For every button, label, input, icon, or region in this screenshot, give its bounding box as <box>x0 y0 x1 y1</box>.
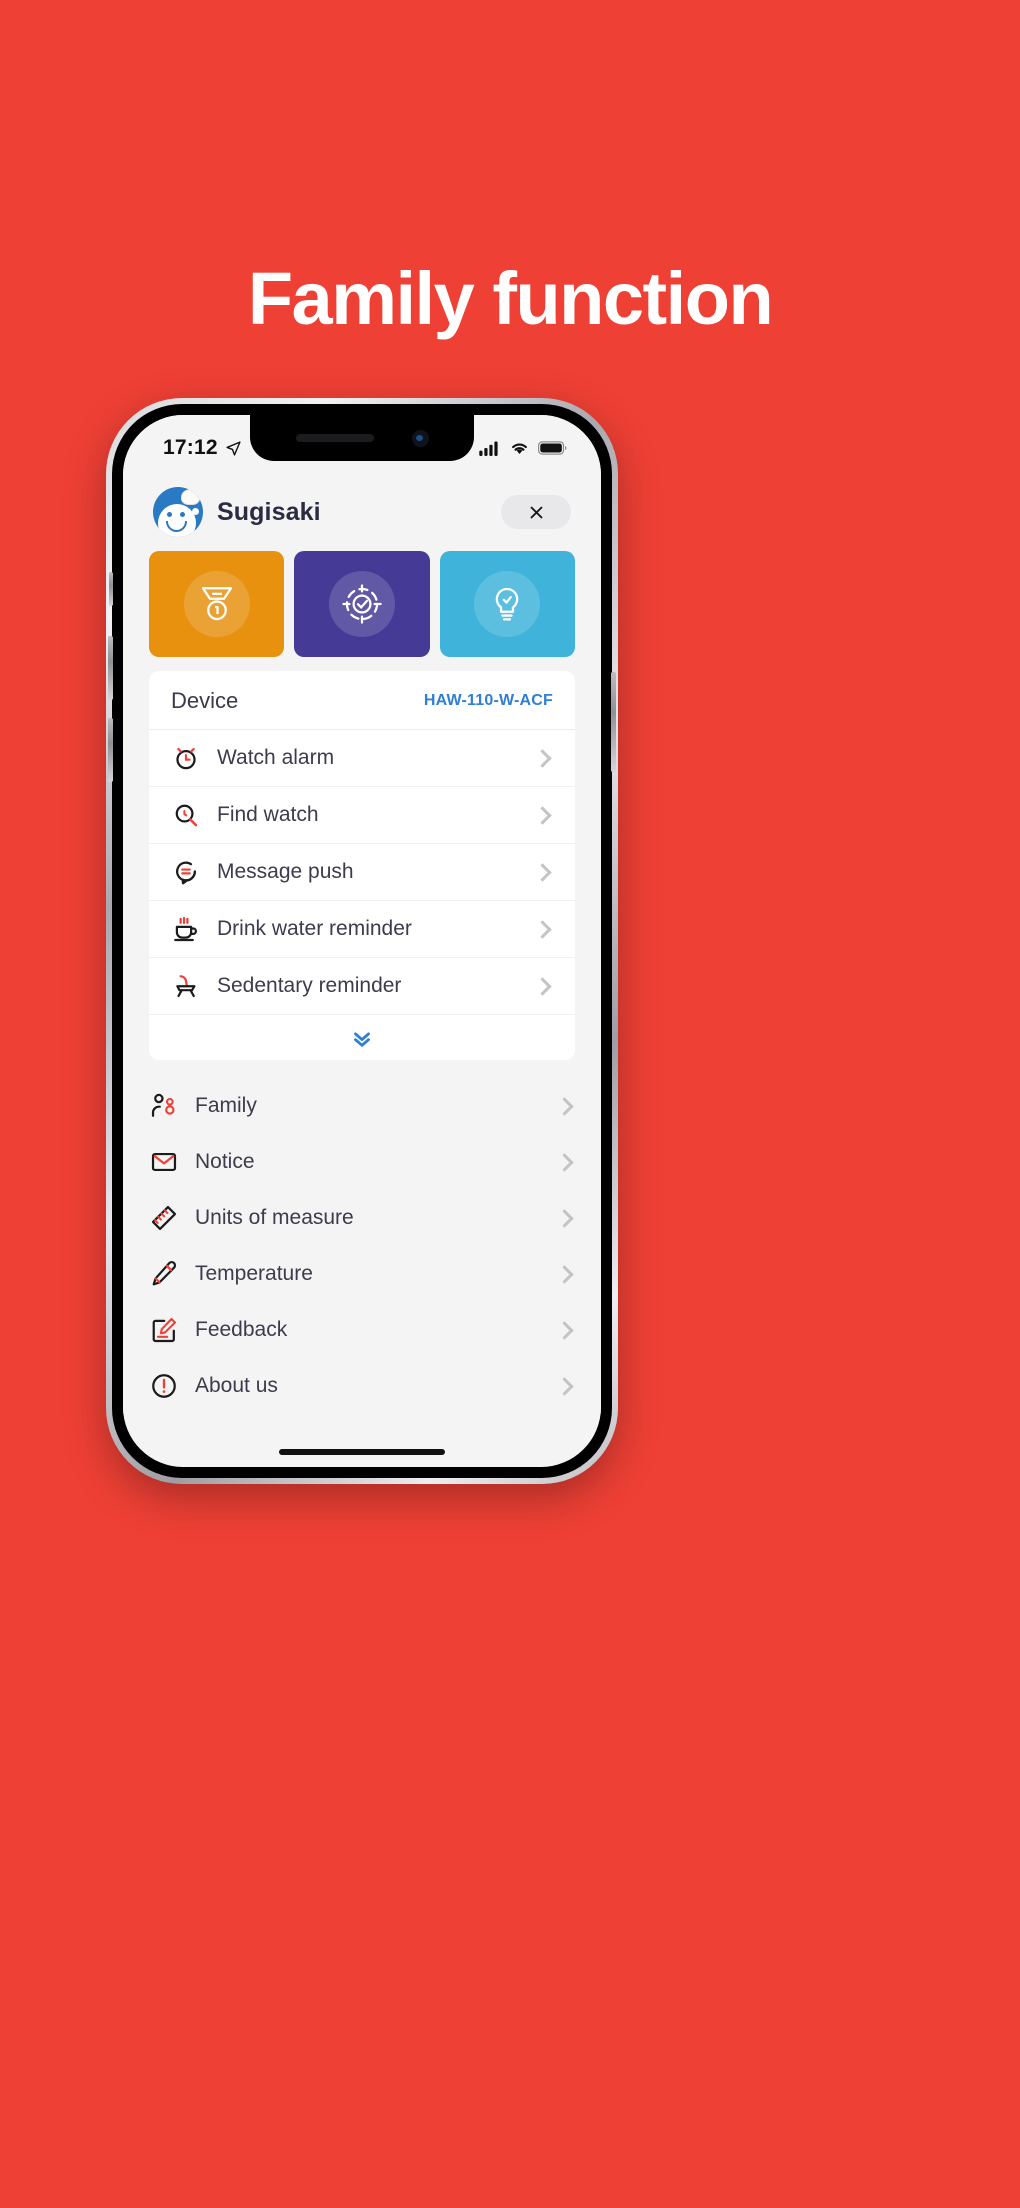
chevron-right-icon <box>533 862 552 882</box>
ruler-icon <box>149 1203 179 1233</box>
row-label: Message push <box>217 860 354 883</box>
device-card-header: Device HAW-110-W-ACF <box>149 671 575 730</box>
row-label: Watch alarm <box>217 746 335 769</box>
avatar-dot-1 <box>192 508 199 515</box>
alarm-clock-icon <box>171 743 201 773</box>
chevron-right-icon <box>533 919 552 939</box>
close-icon <box>530 506 542 518</box>
search-watch-icon <box>171 800 201 830</box>
status-time: 17:12 <box>163 436 218 459</box>
cup-icon <box>171 914 201 944</box>
menu-row-family[interactable]: Family <box>149 1078 575 1134</box>
message-bubble-icon <box>171 857 201 887</box>
tile-icon-bubble <box>474 571 541 637</box>
chevron-right-icon <box>533 976 552 996</box>
thermometer-icon <box>149 1259 179 1289</box>
status-icons <box>479 440 567 456</box>
menu-row-notice[interactable]: Notice <box>149 1134 575 1190</box>
device-row-sedentary[interactable]: Sedentary reminder <box>149 957 575 1014</box>
menu-row-feedback[interactable]: Feedback <box>149 1302 575 1358</box>
earpiece-speaker-icon <box>295 434 374 442</box>
battery-full-icon <box>538 441 567 455</box>
general-menu: Family Notice Units of measure Temperatu… <box>123 1074 601 1414</box>
tile-achievement[interactable] <box>149 551 285 657</box>
tile-tips[interactable] <box>439 551 575 657</box>
page-title: Sugisaki <box>217 497 321 526</box>
avatar-dot-2 <box>186 517 191 522</box>
chevron-right-icon <box>555 1376 574 1396</box>
family-people-icon <box>149 1091 179 1121</box>
row-label: Temperature <box>195 1262 313 1285</box>
device-id-value[interactable]: HAW-110-W-ACF <box>424 692 553 710</box>
tile-icon-bubble <box>328 571 395 637</box>
row-label: Drink water reminder <box>217 917 412 940</box>
device-row-message-push[interactable]: Message push <box>149 843 575 900</box>
user-avatar-icon[interactable] <box>153 487 203 537</box>
row-label: Family <box>195 1094 257 1117</box>
chair-icon <box>171 971 201 1001</box>
chevron-right-icon <box>533 748 552 768</box>
tile-icon-bubble <box>183 571 250 637</box>
device-row-watch-alarm[interactable]: Watch alarm <box>149 730 575 786</box>
menu-row-units[interactable]: Units of measure <box>149 1190 575 1246</box>
target-check-icon <box>342 584 382 624</box>
chevron-right-icon <box>555 1096 574 1116</box>
volume-down-button[interactable] <box>108 718 113 782</box>
chevron-right-icon <box>555 1264 574 1284</box>
row-label: About us <box>195 1374 278 1397</box>
device-row-find-watch[interactable]: Find watch <box>149 786 575 843</box>
phone-body: 17:12 Sugisaki Device HAW-110-W-ACF Watc… <box>108 404 616 1478</box>
menu-row-temperature[interactable]: Temperature <box>149 1246 575 1302</box>
front-camera-icon <box>411 429 429 447</box>
promo-headline: Family function <box>247 257 774 340</box>
menu-row-about-us[interactable]: About us <box>149 1358 575 1414</box>
phone-notch <box>250 415 474 461</box>
home-indicator[interactable] <box>279 1449 445 1455</box>
avatar-eye-right <box>180 512 185 517</box>
device-row-drink-water[interactable]: Drink water reminder <box>149 900 575 957</box>
row-label: Sedentary reminder <box>217 974 402 997</box>
row-label: Feedback <box>195 1318 288 1341</box>
envelope-icon <box>149 1147 179 1177</box>
feature-tiles <box>123 549 601 671</box>
wifi-icon <box>512 443 527 454</box>
location-arrow-icon <box>226 440 241 456</box>
device-card-title: Device <box>171 688 239 713</box>
double-chevron-down-icon <box>354 1031 370 1047</box>
app-header: Sugisaki <box>123 473 601 549</box>
row-label: Find watch <box>217 803 319 826</box>
feedback-edit-icon <box>149 1315 179 1345</box>
expand-device-list-button[interactable] <box>149 1014 575 1060</box>
info-alert-icon <box>149 1371 179 1401</box>
medal-icon <box>201 587 232 621</box>
silent-switch[interactable] <box>109 572 113 606</box>
avatar-eye-left <box>167 512 172 517</box>
phone-mockup: 17:12 Sugisaki Device HAW-110-W-ACF Watc… <box>106 398 618 1484</box>
cellular-signal-icon <box>479 441 498 456</box>
row-label: Units of measure <box>195 1206 354 1229</box>
chevron-right-icon <box>555 1152 574 1172</box>
phone-screen: 17:12 Sugisaki Device HAW-110-W-ACF Watc… <box>123 415 601 1467</box>
volume-up-button[interactable] <box>108 636 113 700</box>
tile-goal[interactable] <box>294 551 430 657</box>
device-card: Device HAW-110-W-ACF Watch alarm Find wa… <box>149 671 575 1060</box>
close-button[interactable] <box>501 495 571 529</box>
power-button[interactable] <box>611 672 616 772</box>
chevron-right-icon <box>533 805 552 825</box>
avatar-hat <box>181 489 200 505</box>
chevron-right-icon <box>555 1208 574 1228</box>
status-time-group: 17:12 <box>163 436 242 460</box>
lightbulb-check-icon <box>496 587 519 621</box>
row-label: Notice <box>195 1150 255 1173</box>
chevron-right-icon <box>555 1320 574 1340</box>
